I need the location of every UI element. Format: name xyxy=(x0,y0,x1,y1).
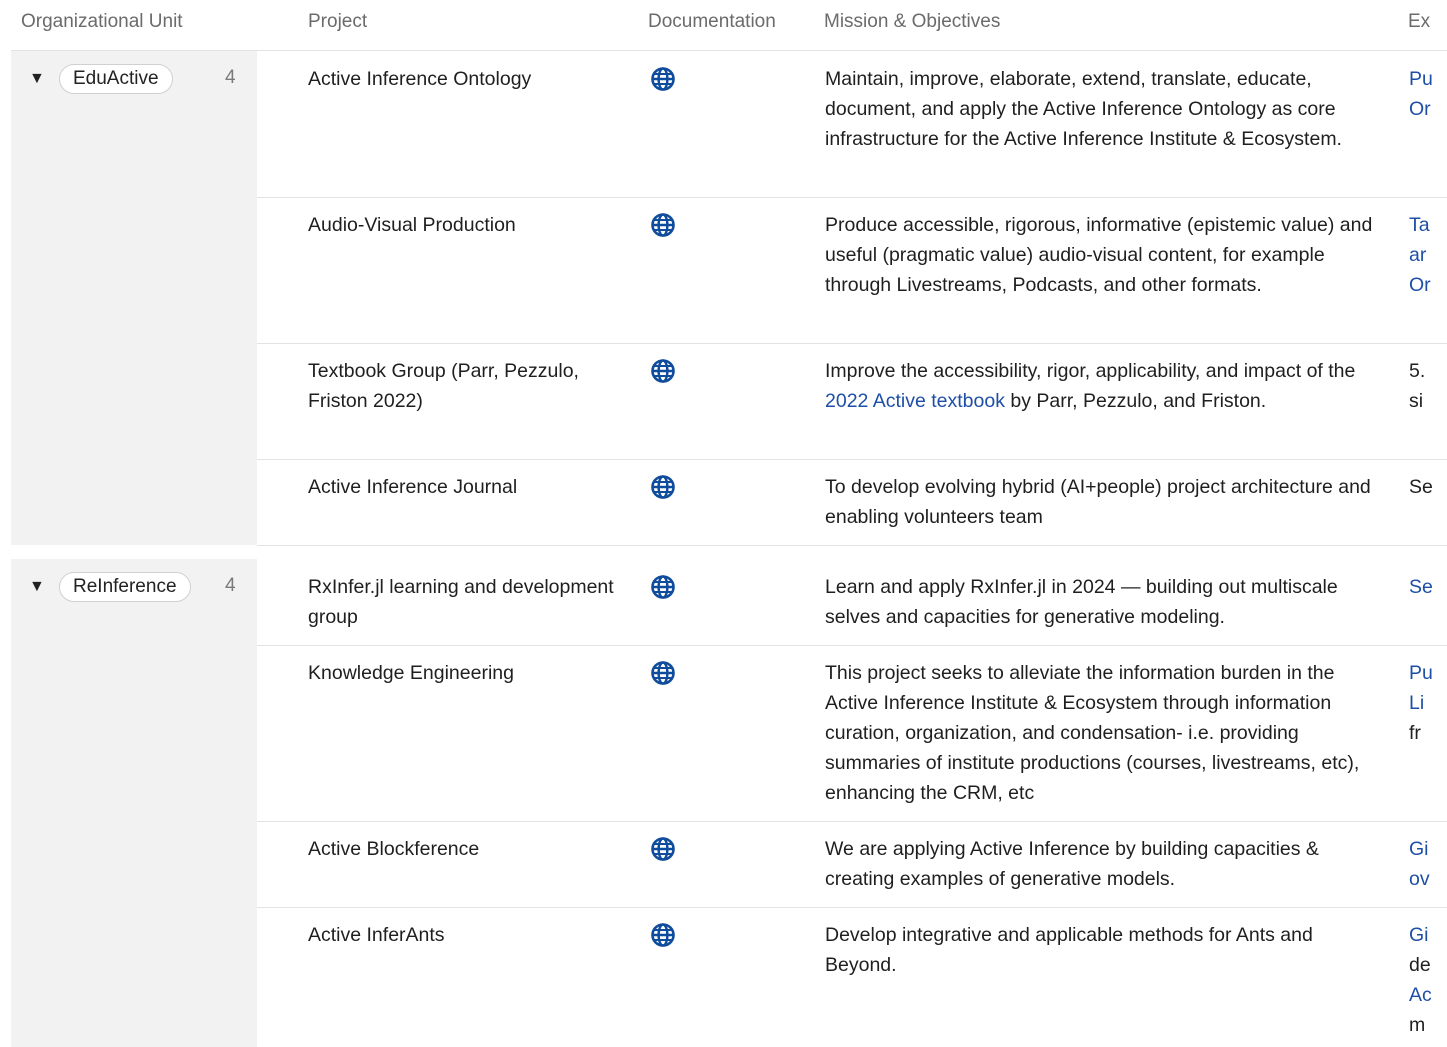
extra-text: si xyxy=(1409,390,1424,412)
table-row[interactable]: Audio-Visual Production Produce accessib… xyxy=(257,197,1447,344)
extra-link[interactable]: Pu xyxy=(1409,64,1447,94)
project-name: Active Inference Ontology xyxy=(308,68,532,90)
globe-icon[interactable] xyxy=(650,212,676,238)
mission-text-before: Improve the accessibility, rigor, applic… xyxy=(825,360,1356,382)
column-header-organizational-unit[interactable]: Organizational Unit xyxy=(21,11,183,33)
group-header: ▼ ReInference 4 xyxy=(11,559,257,615)
group-header: ▼ EduActive 4 xyxy=(11,51,257,107)
collapse-toggle-icon[interactable]: ▼ xyxy=(29,577,45,597)
extra-link[interactable]: Or xyxy=(1409,270,1447,300)
project-name: Audio-Visual Production xyxy=(308,214,516,236)
extra-cell: Ta ar Or xyxy=(1409,210,1447,300)
column-header-project[interactable]: Project xyxy=(308,11,367,33)
textbook-link[interactable]: 2022 Active textbook xyxy=(825,390,1005,412)
extra-cell: Gi de Ac m xyxy=(1409,920,1447,1040)
mission-text: Maintain, improve, elaborate, extend, tr… xyxy=(825,68,1342,150)
group-band xyxy=(11,559,257,1047)
group-count: 4 xyxy=(225,67,236,88)
extra-link[interactable]: ov xyxy=(1409,864,1447,894)
extra-link[interactable]: Ta xyxy=(1409,210,1447,240)
extra-cell: 5. si xyxy=(1409,356,1447,416)
globe-icon[interactable] xyxy=(650,358,676,384)
extra-cell: Pu Li fr xyxy=(1409,658,1447,748)
extra-link[interactable]: Gi xyxy=(1409,834,1447,864)
group-eduactive: ▼ EduActive 4 Active Inference Ontology … xyxy=(11,51,1447,546)
group-band xyxy=(11,51,257,545)
table-row[interactable]: Textbook Group (Parr, Pezzulo, Friston 2… xyxy=(257,343,1447,460)
globe-icon[interactable] xyxy=(650,574,676,600)
collapse-toggle-icon[interactable]: ▼ xyxy=(29,69,45,89)
project-name: Textbook Group (Parr, Pezzulo, Friston 2… xyxy=(308,360,579,412)
mission-text: We are applying Active Inference by buil… xyxy=(825,838,1319,890)
table-row[interactable]: Knowledge Engineering This project seeks… xyxy=(257,645,1447,822)
mission-text: Improve the accessibility, rigor, applic… xyxy=(825,356,1385,416)
extra-text: de xyxy=(1409,954,1431,976)
column-header-extra[interactable]: Ex xyxy=(1408,11,1430,33)
table-row[interactable]: Active InferAnts Develop integrative and… xyxy=(257,907,1447,1047)
extra-link[interactable]: Pu xyxy=(1409,658,1447,688)
extra-text: fr xyxy=(1409,722,1421,744)
extra-cell: Se xyxy=(1409,572,1447,602)
mission-text: Develop integrative and applicable metho… xyxy=(825,924,1313,976)
group-reinference: ▼ ReInference 4 RxInfer.jl learning and … xyxy=(11,559,1447,1047)
project-name: RxInfer.jl learning and development grou… xyxy=(308,576,614,628)
table-row[interactable]: RxInfer.jl learning and development grou… xyxy=(257,559,1447,646)
project-name: Knowledge Engineering xyxy=(308,662,514,684)
extra-cell: Se xyxy=(1409,472,1447,502)
column-header-mission[interactable]: Mission & Objectives xyxy=(824,11,1000,33)
globe-icon[interactable] xyxy=(650,922,676,948)
group-name-pill[interactable]: EduActive xyxy=(59,64,173,94)
column-header-documentation[interactable]: Documentation xyxy=(648,11,776,33)
extra-link[interactable]: Se xyxy=(1409,572,1447,602)
extra-link[interactable]: Or xyxy=(1409,94,1447,124)
group-name-pill[interactable]: ReInference xyxy=(59,572,191,602)
extra-text: 5. xyxy=(1409,360,1426,382)
mission-text: To develop evolving hybrid (AI+people) p… xyxy=(825,476,1371,528)
extra-link[interactable]: Gi xyxy=(1409,920,1447,950)
mission-text: Produce accessible, rigorous, informativ… xyxy=(825,214,1373,296)
globe-icon[interactable] xyxy=(650,836,676,862)
extra-cell: Pu Or xyxy=(1409,64,1447,124)
globe-icon[interactable] xyxy=(650,474,676,500)
extra-link[interactable]: Ac xyxy=(1409,980,1447,1010)
table-row[interactable]: Active Inference Journal To develop evol… xyxy=(257,459,1447,546)
mission-text: This project seeks to alleviate the info… xyxy=(825,662,1360,804)
globe-icon[interactable] xyxy=(650,660,676,686)
extra-cell: Gi ov xyxy=(1409,834,1447,894)
table-row[interactable]: Active Blockference We are applying Acti… xyxy=(257,821,1447,908)
project-name: Active Blockference xyxy=(308,838,480,860)
mission-text-after: by Parr, Pezzulo, and Friston. xyxy=(1004,390,1267,412)
extra-link[interactable]: ar xyxy=(1409,240,1447,270)
globe-icon[interactable] xyxy=(650,66,676,92)
table-header: Organizational Unit Project Documentatio… xyxy=(11,0,1447,51)
project-name: Active Inference Journal xyxy=(308,476,518,498)
group-count: 4 xyxy=(225,575,236,596)
project-name: Active InferAnts xyxy=(308,924,445,946)
table-row[interactable]: Active Inference Ontology Maintain, impr… xyxy=(257,51,1447,198)
extra-text: m xyxy=(1409,1014,1426,1036)
extra-link[interactable]: Li xyxy=(1409,688,1447,718)
extra-text: Se xyxy=(1409,476,1433,498)
mission-text: Learn and apply RxInfer.jl in 2024 — bui… xyxy=(825,576,1338,628)
